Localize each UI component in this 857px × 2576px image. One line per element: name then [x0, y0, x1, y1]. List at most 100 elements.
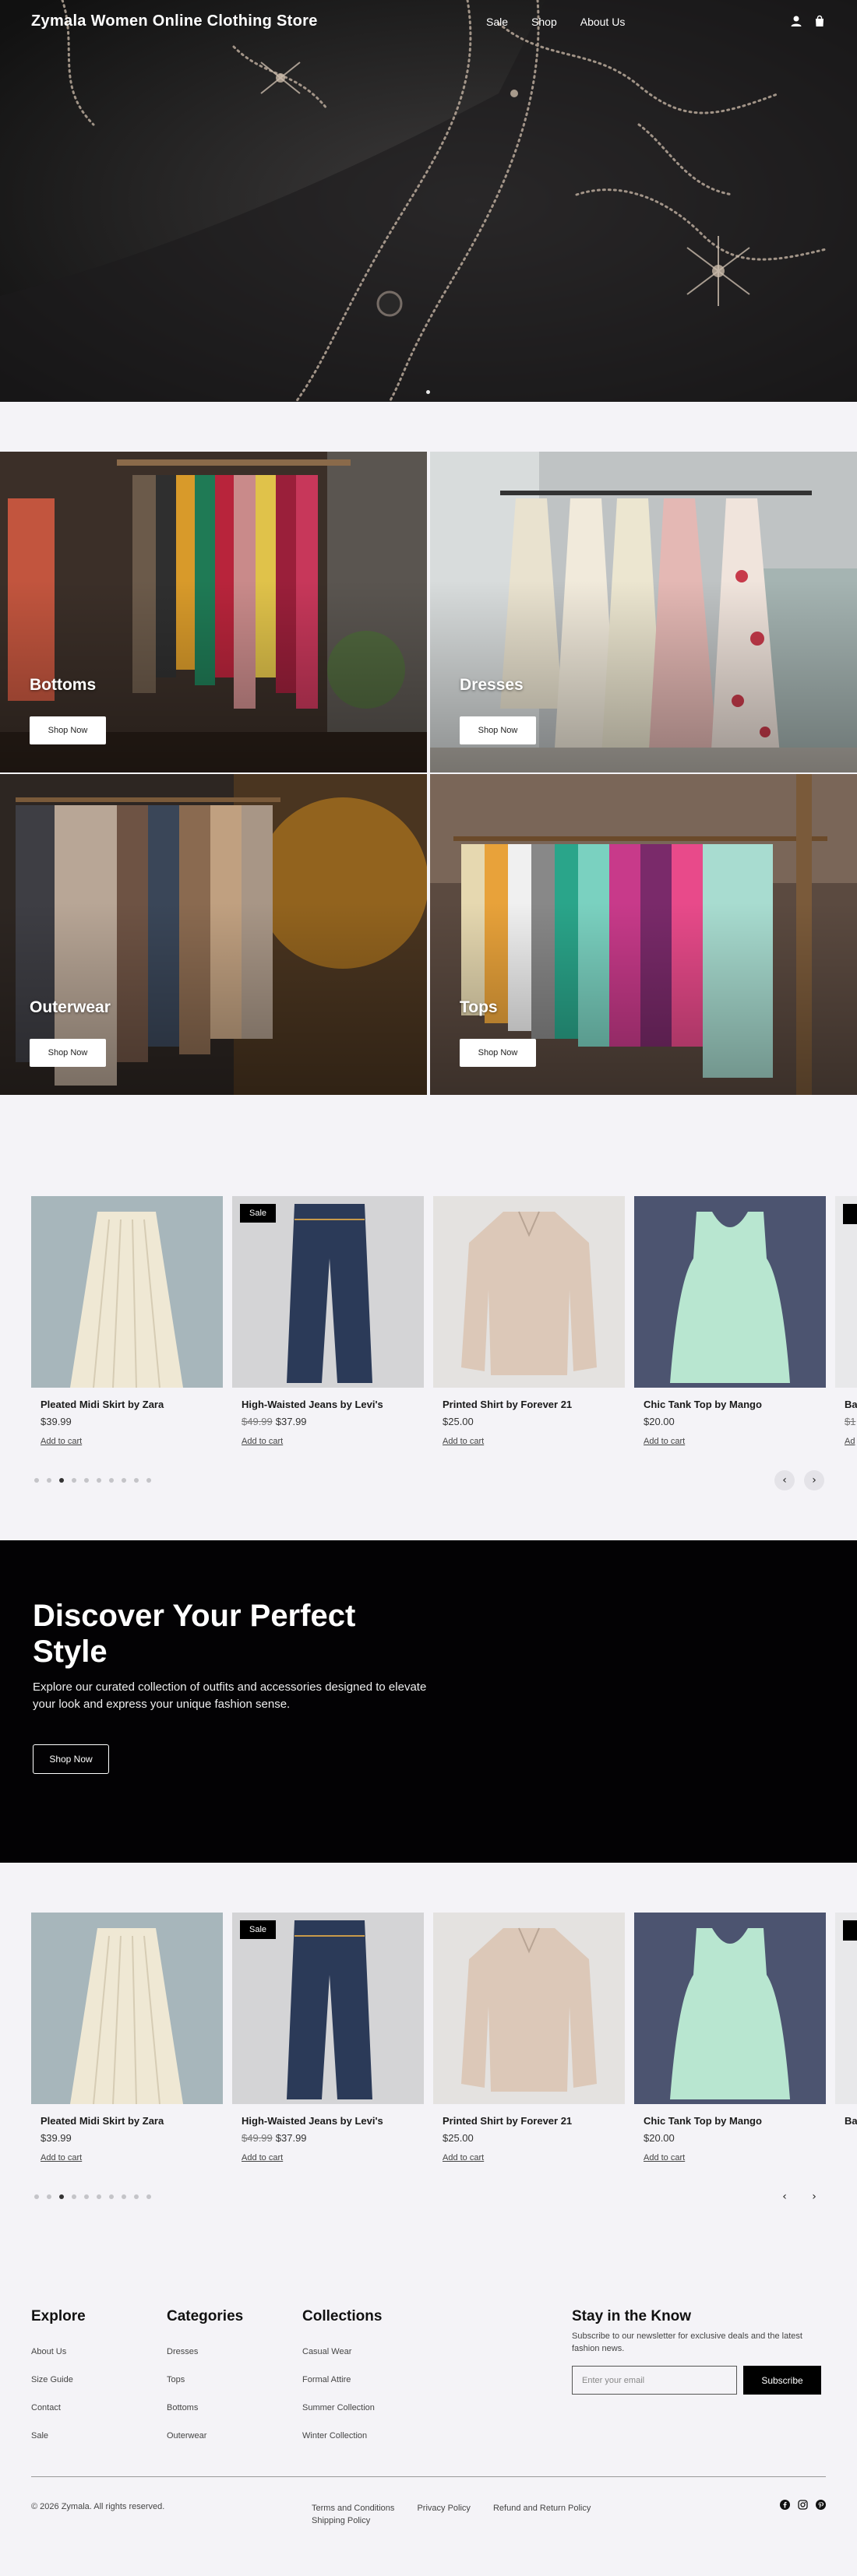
carousel-dot[interactable] [134, 2194, 139, 2199]
product-name[interactable]: Chic Tank Top by Mango [644, 2115, 826, 2127]
product-image[interactable] [835, 1913, 857, 2104]
product-image[interactable] [433, 1913, 625, 2104]
category-tops[interactable]: Tops Shop Now [430, 774, 857, 1095]
subscribe-button[interactable]: Subscribe [743, 2366, 821, 2395]
product-image[interactable]: Sale [232, 1196, 424, 1388]
nav-about-us[interactable]: About Us [580, 16, 626, 28]
footer-link[interactable]: Formal Attire [302, 2375, 382, 2384]
carousel-dot[interactable] [84, 1478, 89, 1483]
carousel-dot[interactable] [72, 1478, 76, 1483]
footer-link[interactable]: Winter Collection [302, 2431, 382, 2441]
add-to-cart-link[interactable]: Add to cart [242, 1437, 283, 1446]
carousel-dot[interactable] [47, 2194, 51, 2199]
product-card[interactable]: Pleated Midi Skirt by Zara $39.99 Add to… [31, 1913, 223, 2163]
category-outerwear[interactable]: Outerwear Shop Now [0, 774, 427, 1095]
privacy-link[interactable]: Privacy Policy [417, 2504, 470, 2513]
product-name[interactable]: Chic Tank Top by Mango [644, 1399, 826, 1410]
carousel-dot[interactable] [34, 2194, 39, 2199]
product-name[interactable]: Printed Shirt by Forever 21 [443, 2115, 625, 2127]
footer-link[interactable]: Casual Wear [302, 2347, 382, 2356]
add-to-cart-link[interactable]: Add to cart [644, 2153, 685, 2163]
shipping-link[interactable]: Shipping Policy [312, 2516, 370, 2525]
footer-link[interactable]: Tops [167, 2375, 243, 2384]
product-card[interactable]: Sale High-Waisted Jeans by Levi's $49.99… [232, 1913, 424, 2163]
add-to-cart-link[interactable]: Add to cart [41, 1437, 82, 1446]
nav-sale[interactable]: Sale [486, 16, 508, 28]
hero-slide-dot[interactable] [426, 390, 430, 394]
product-image[interactable] [31, 1196, 223, 1388]
footer-link[interactable]: Summer Collection [302, 2403, 382, 2412]
email-input[interactable] [572, 2366, 737, 2395]
category-dresses[interactable]: Dresses Shop Now [430, 452, 857, 772]
product-image[interactable] [31, 1913, 223, 2104]
prev-arrow-icon[interactable]: ‹ [774, 2187, 795, 2207]
prev-arrow-icon[interactable]: ‹ [774, 1470, 795, 1490]
carousel-dot[interactable] [84, 2194, 89, 2199]
footer-link[interactable]: Bottoms [167, 2403, 243, 2412]
carousel-dot[interactable] [122, 1478, 126, 1483]
product-name[interactable]: High-Waisted Jeans by Levi's [242, 1399, 424, 1410]
carousel-dot[interactable] [97, 2194, 101, 2199]
carousel-dot[interactable] [134, 1478, 139, 1483]
product-image[interactable]: Sale [232, 1913, 424, 2104]
refund-link[interactable]: Refund and Return Policy [493, 2504, 591, 2513]
product-card[interactable]: Ba [835, 1913, 857, 2147]
carousel-dot[interactable] [59, 2194, 64, 2199]
add-to-cart-link[interactable]: Add to cart [443, 2153, 484, 2163]
footer-link[interactable]: Outerwear [167, 2431, 243, 2441]
terms-link[interactable]: Terms and Conditions [312, 2504, 394, 2513]
nav-shop[interactable]: Shop [531, 16, 557, 28]
brand-logo[interactable]: Zymala Women Online Clothing Store [31, 12, 318, 30]
product-card[interactable]: Chic Tank Top by Mango $20.00 Add to car… [634, 1196, 826, 1447]
category-bottoms[interactable]: Bottoms Shop Now [0, 452, 427, 772]
product-card[interactable]: Printed Shirt by Forever 21 $25.00 Add t… [433, 1913, 625, 2163]
product-name[interactable]: Ba [845, 2115, 857, 2127]
next-arrow-icon[interactable]: › [804, 2187, 824, 2207]
carousel-dot[interactable] [97, 1478, 101, 1483]
footer-link[interactable]: About Us [31, 2347, 86, 2356]
product-name[interactable]: Ba [845, 1399, 857, 1410]
shop-now-button[interactable]: Shop Now [460, 716, 536, 744]
footer-link[interactable]: Dresses [167, 2347, 243, 2356]
product-image[interactable] [634, 1913, 826, 2104]
facebook-icon[interactable] [780, 2500, 790, 2510]
promo-shop-now-button[interactable]: Shop Now [33, 1744, 109, 1774]
user-icon[interactable] [790, 15, 802, 27]
product-name[interactable]: Pleated Midi Skirt by Zara [41, 1399, 223, 1410]
product-card[interactable]: Sale High-Waisted Jeans by Levi's $49.99… [232, 1196, 424, 1447]
footer-link[interactable]: Sale [31, 2431, 86, 2441]
footer-link[interactable]: Size Guide [31, 2375, 86, 2384]
next-arrow-icon[interactable]: › [804, 1470, 824, 1490]
pinterest-icon[interactable] [816, 2500, 826, 2510]
product-name[interactable]: Pleated Midi Skirt by Zara [41, 2115, 223, 2127]
carousel-dot[interactable] [146, 1478, 151, 1483]
product-card[interactable]: Chic Tank Top by Mango $20.00 Add to car… [634, 1913, 826, 2163]
shop-now-button[interactable]: Shop Now [460, 1039, 536, 1067]
carousel-dot[interactable] [47, 1478, 51, 1483]
product-card[interactable]: Pleated Midi Skirt by Zara $39.99 Add to… [31, 1196, 223, 1447]
footer-link[interactable]: Contact [31, 2403, 86, 2412]
add-to-cart-link[interactable]: Ad [845, 1437, 855, 1446]
add-to-cart-link[interactable]: Add to cart [644, 1437, 685, 1446]
add-to-cart-link[interactable]: Add to cart [443, 1437, 484, 1446]
shop-now-button[interactable]: Shop Now [30, 716, 106, 744]
carousel-dot[interactable] [109, 2194, 114, 2199]
product-image[interactable] [433, 1196, 625, 1388]
product-image[interactable] [634, 1196, 826, 1388]
instagram-icon[interactable] [798, 2500, 808, 2510]
shopping-bag-icon[interactable] [813, 15, 826, 27]
product-card[interactable]: Printed Shirt by Forever 21 $25.00 Add t… [433, 1196, 625, 1447]
carousel-dot[interactable] [34, 1478, 39, 1483]
product-name[interactable]: High-Waisted Jeans by Levi's [242, 2115, 424, 2127]
product-name[interactable]: Printed Shirt by Forever 21 [443, 1399, 625, 1410]
add-to-cart-link[interactable]: Add to cart [41, 2153, 82, 2163]
carousel-dot[interactable] [146, 2194, 151, 2199]
carousel-dot[interactable] [59, 1478, 64, 1483]
product-image[interactable] [835, 1196, 857, 1388]
product-card[interactable]: Ba $1 Ad [835, 1196, 857, 1447]
shop-now-button[interactable]: Shop Now [30, 1039, 106, 1067]
carousel-dot[interactable] [109, 1478, 114, 1483]
carousel-dot[interactable] [72, 2194, 76, 2199]
carousel-dot[interactable] [122, 2194, 126, 2199]
add-to-cart-link[interactable]: Add to cart [242, 2153, 283, 2163]
